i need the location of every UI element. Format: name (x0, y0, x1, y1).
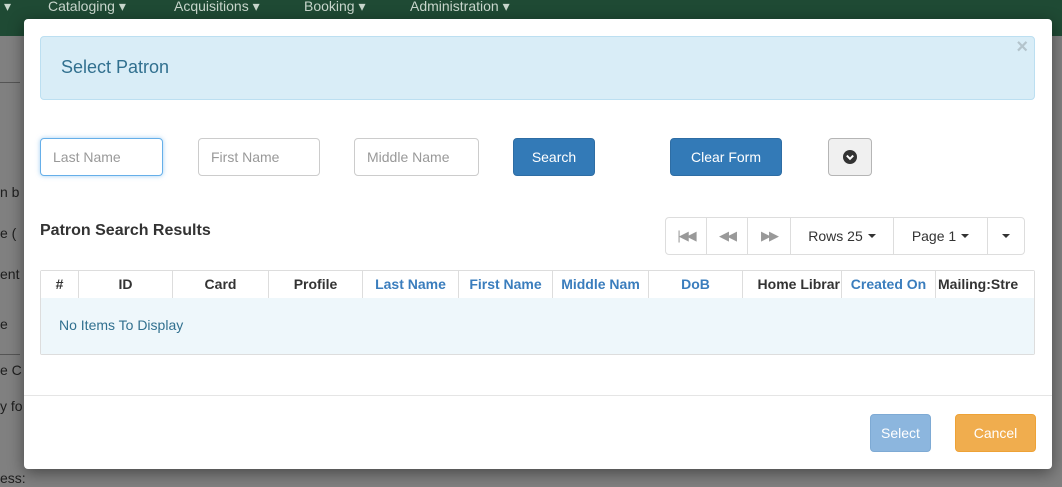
rows-per-page-label: Rows 25 (808, 228, 863, 244)
background-text-fragment: e C (0, 362, 22, 378)
chevron-down-icon (961, 234, 970, 238)
background-text-fragment: ess: (0, 470, 26, 486)
footer-divider (24, 395, 1052, 396)
page-number-dropdown[interactable]: Page 1 (893, 217, 988, 255)
column-header-last-name[interactable]: Last Name (363, 271, 459, 298)
column-header-mailing-street: Mailing:Stre (938, 276, 1019, 292)
nav-item-administration[interactable]: Administration ▾ (410, 0, 510, 15)
column-header-profile: Profile (269, 271, 363, 298)
dialog-header: Select Patron × (40, 36, 1035, 100)
dialog-title: Select Patron (61, 57, 170, 77)
empty-results-message: No Items To Display (59, 317, 184, 333)
select-button[interactable]: Select (870, 414, 931, 452)
column-header-dob[interactable]: DoB (649, 271, 743, 298)
results-title: Patron Search Results (40, 222, 211, 239)
clear-form-button[interactable]: Clear Form (670, 138, 782, 176)
grid-actions-dropdown[interactable] (987, 217, 1025, 255)
first-page-button[interactable]: |◀◀ (665, 217, 707, 255)
select-patron-dialog: Select Patron × Search Clear Form Patron… (24, 19, 1052, 469)
column-header-number: # (41, 271, 79, 298)
rows-per-page-dropdown[interactable]: Rows 25 (790, 217, 894, 255)
chevron-down-icon (867, 234, 876, 238)
pagination-toolbar: |◀◀ ◀◀ ▶▶ Rows 25 Page 1 (665, 217, 1025, 255)
background-text-fragment: e ( (0, 225, 17, 241)
nav-left-caret: ▾ (4, 0, 12, 14)
column-header-first-name[interactable]: First Name (459, 271, 553, 298)
chevron-down-icon (1002, 234, 1010, 238)
grid-header: # ID Card Profile Last Name First Name M… (41, 271, 1034, 299)
grid-body: No Items To Display (41, 298, 1034, 354)
patron-results-grid: # ID Card Profile Last Name First Name M… (40, 270, 1035, 355)
nav-item-booking[interactable]: Booking ▾ (304, 0, 366, 15)
background-text-fragment: e (0, 316, 8, 332)
column-header-id: ID (79, 271, 173, 298)
search-button[interactable]: Search (513, 138, 595, 176)
column-header-middle-name[interactable]: Middle Nam (553, 271, 649, 298)
cancel-button[interactable]: Cancel (955, 414, 1036, 452)
previous-page-button[interactable]: ◀◀ (706, 217, 748, 255)
page-number-label: Page 1 (911, 228, 957, 244)
nav-item-acquisitions[interactable]: Acquisitions ▾ (174, 0, 260, 15)
background-text-fragment: n b (0, 184, 20, 200)
background-text-fragment: y fo (0, 398, 23, 414)
next-page-button[interactable]: ▶▶ (747, 217, 791, 255)
previous-page-icon: ◀◀ (719, 228, 737, 243)
column-header-card: Card (173, 271, 269, 298)
last-name-input[interactable] (40, 138, 163, 176)
toggle-advanced-search-button[interactable] (828, 138, 872, 176)
first-name-input[interactable] (198, 138, 320, 176)
next-page-icon: ▶▶ (761, 228, 779, 243)
chevron-circle-down-icon (843, 150, 857, 164)
background-text-fragment: ent (0, 266, 20, 282)
background-divider (0, 82, 20, 83)
close-icon[interactable]: × (1016, 37, 1028, 57)
column-header-home-library: Home Librar (743, 271, 842, 298)
first-page-icon: |◀◀ (677, 228, 696, 243)
middle-name-input[interactable] (354, 138, 479, 176)
column-header-created-on[interactable]: Created On (842, 271, 936, 298)
background-divider (0, 354, 20, 355)
nav-item-cataloging[interactable]: Cataloging ▾ (48, 0, 126, 15)
